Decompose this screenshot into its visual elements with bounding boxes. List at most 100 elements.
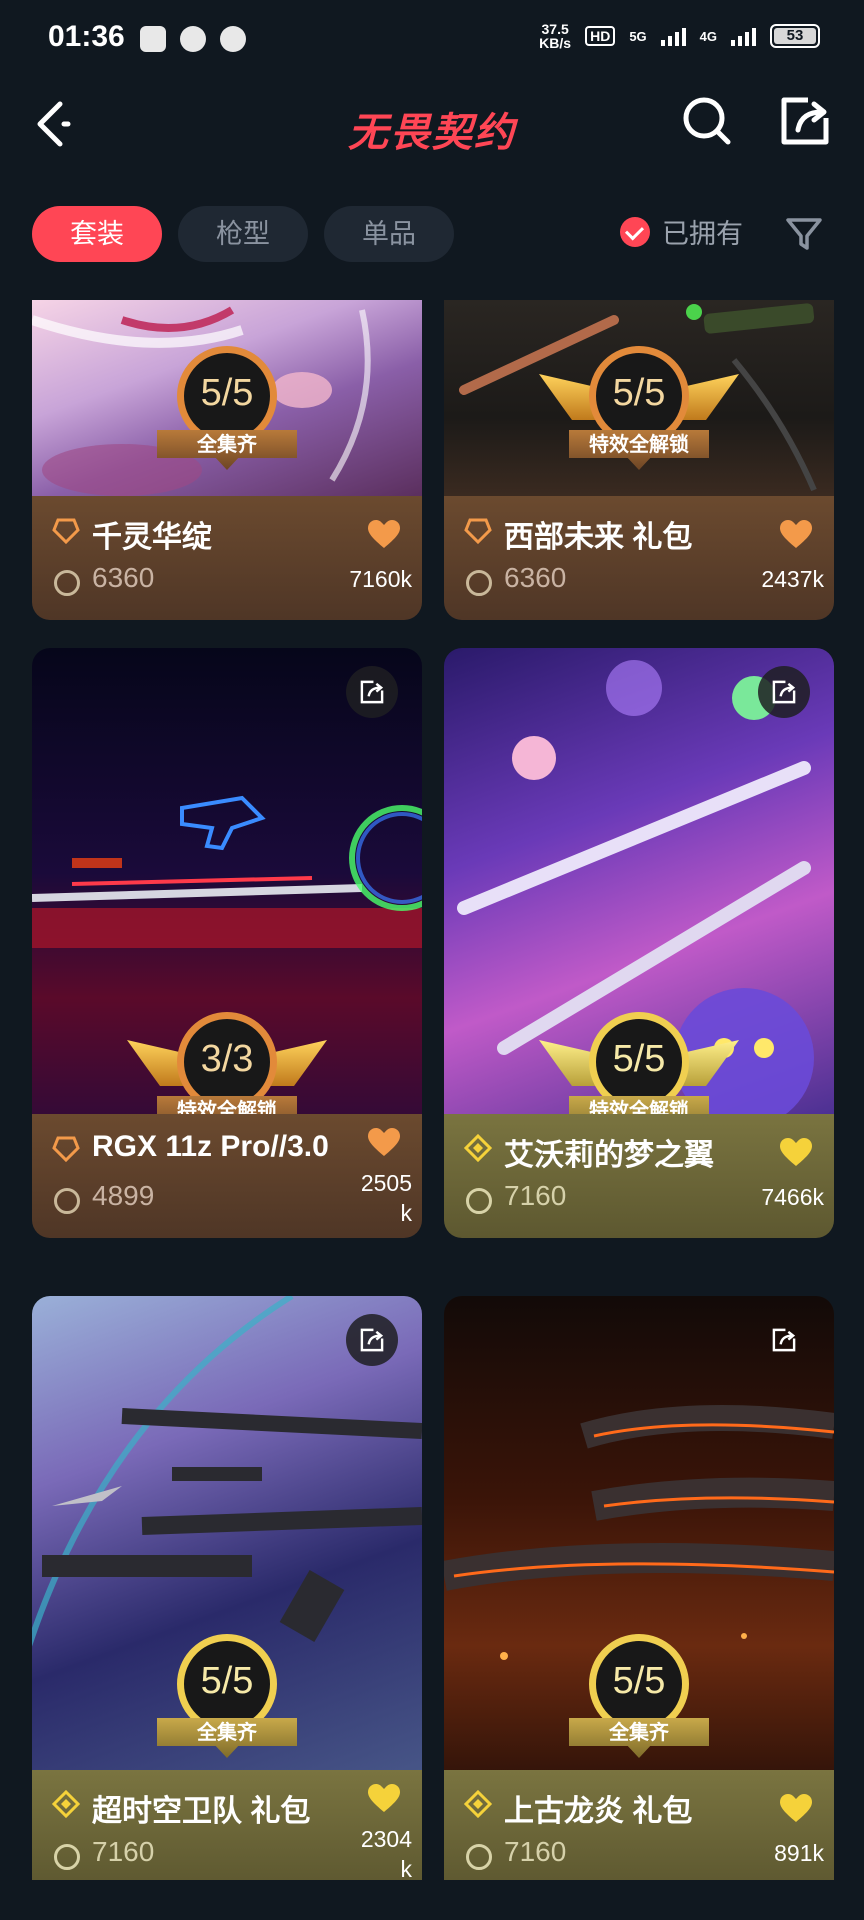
card-share-button[interactable] xyxy=(346,666,398,718)
share-icon xyxy=(772,1328,796,1352)
like-count: 2304k xyxy=(360,1826,412,1880)
bundle-card[interactable]: 5/5 特效全解锁 西部未来 礼包 6360 2437k xyxy=(444,300,834,620)
bundle-price: 4899 xyxy=(92,1180,155,1211)
app-logo: 无畏契约 xyxy=(348,111,516,155)
bundle-name: 西部未来 礼包 xyxy=(504,521,693,554)
bundle-card[interactable]: 3/3 特效全解锁 RGX 11z Pro//3.0 4899 2505k xyxy=(32,648,422,1238)
card-footer: 上古龙炎 礼包 7160 891k xyxy=(444,1770,834,1880)
badge-progress: 5/5 xyxy=(612,1038,666,1080)
bundle-name: 艾沃莉的梦之翼 xyxy=(504,1139,714,1172)
bundle-card[interactable]: 5/5 全集齐 上古龙炎 礼包 7160 891k xyxy=(444,1296,834,1880)
tier-deluxe-icon xyxy=(464,518,492,544)
tier-premium-icon xyxy=(52,1790,80,1818)
bundle-price: 6360 xyxy=(92,562,155,593)
message-bubble-icon xyxy=(180,26,206,52)
bundle-price: 7160 xyxy=(92,1836,155,1867)
like-count: 7466k xyxy=(761,1184,824,1210)
card-footer: 超时空卫队 礼包 7160 2304k xyxy=(32,1770,422,1880)
tab-weapon-type[interactable]: 枪型 xyxy=(178,206,308,262)
card-footer: 西部未来 礼包 6360 2437k xyxy=(444,496,834,620)
network-5g-label: 5G xyxy=(629,28,647,44)
owned-toggle[interactable]: 已拥有 xyxy=(620,212,743,251)
status-right: 37.5 KB/s HD 5G 4G 53 xyxy=(539,22,820,50)
search-button[interactable] xyxy=(680,94,734,148)
category-tabs: 套装 枪型 单品 xyxy=(32,206,454,262)
card-footer: RGX 11z Pro//3.0 4899 2505k xyxy=(32,1114,422,1238)
tier-premium-icon xyxy=(464,1790,492,1818)
card-footer: 千灵华绽 6360 7160k xyxy=(32,496,422,620)
vp-currency-icon xyxy=(54,1844,80,1870)
card-share-button[interactable] xyxy=(346,1314,398,1366)
badge-progress: 3/3 xyxy=(200,1038,254,1080)
vp-currency-icon xyxy=(466,1188,492,1214)
checkbox-checked-icon xyxy=(620,216,650,247)
status-bar: 01:36 37.5 KB/s HD 5G 4G 53 xyxy=(0,0,864,80)
heart-icon[interactable] xyxy=(368,1128,400,1158)
tier-deluxe-icon xyxy=(52,1136,80,1162)
collection-badge: 5/5 全集齐 xyxy=(127,346,327,506)
bundle-price: 7160 xyxy=(504,1180,567,1211)
badge-label: 全集齐 xyxy=(609,1722,669,1744)
share-icon xyxy=(772,680,796,704)
share-button[interactable] xyxy=(778,94,832,148)
bundle-name: 千灵华绽 xyxy=(92,521,212,554)
share-icon xyxy=(360,1328,384,1352)
card-share-button[interactable] xyxy=(758,1314,810,1366)
share-icon xyxy=(781,97,829,145)
card-share-button[interactable] xyxy=(758,666,810,718)
battery-level: 53 xyxy=(774,28,816,44)
badge-progress: 5/5 xyxy=(200,1660,254,1702)
tab-single-item[interactable]: 单品 xyxy=(324,206,454,262)
tier-premium-icon xyxy=(464,1134,492,1162)
search-icon xyxy=(683,97,731,145)
badge-progress: 5/5 xyxy=(612,1660,666,1702)
tier-deluxe-icon xyxy=(52,518,80,544)
bundle-card[interactable]: 5/5 全集齐 千灵华绽 6360 7160k xyxy=(32,300,422,620)
vp-currency-icon xyxy=(54,1188,80,1214)
network-speed-value: 37.5 xyxy=(541,21,569,37)
notification-app-icon xyxy=(140,26,166,52)
network-speed: 37.5 KB/s xyxy=(539,22,571,50)
bundle-card[interactable]: 5/5 特效全解锁 艾沃莉的梦之翼 7160 7466k xyxy=(444,648,834,1238)
badge-progress: 5/5 xyxy=(612,372,666,414)
bundle-name: RGX 11z Pro//3.0 xyxy=(92,1130,329,1163)
signal-bars-icon xyxy=(731,26,756,46)
network-speed-unit: KB/s xyxy=(539,35,572,51)
status-time: 01:36 xyxy=(48,20,125,53)
notification-icons xyxy=(140,26,246,52)
bundle-name: 超时空卫队 礼包 xyxy=(92,1795,311,1828)
owned-label: 已拥有 xyxy=(662,219,743,249)
filter-icon xyxy=(786,218,822,250)
like-count: 2437k xyxy=(761,566,824,592)
vp-currency-icon xyxy=(466,1844,492,1870)
heart-icon[interactable] xyxy=(780,1794,812,1824)
battery-icon: 53 xyxy=(770,24,820,48)
badge-progress: 5/5 xyxy=(200,372,254,414)
vp-currency-icon xyxy=(466,570,492,596)
bundle-price: 6360 xyxy=(504,562,567,593)
filter-button[interactable] xyxy=(784,214,824,254)
tab-bundles[interactable]: 套装 xyxy=(32,206,162,262)
like-count: 891k xyxy=(774,1840,824,1866)
bundle-card[interactable]: 5/5 全集齐 超时空卫队 礼包 7160 2304k xyxy=(32,1296,422,1880)
share-icon xyxy=(360,680,384,704)
card-footer: 艾沃莉的梦之翼 7160 7466k xyxy=(444,1114,834,1238)
badge-label: 全集齐 xyxy=(197,434,257,456)
heart-icon[interactable] xyxy=(368,520,400,550)
signal-bars-icon xyxy=(660,26,686,46)
heart-icon[interactable] xyxy=(368,1784,400,1814)
bundle-name: 上古龙炎 礼包 xyxy=(504,1795,693,1828)
settings-dot-icon xyxy=(220,26,246,52)
collection-badge: 5/5 特效全解锁 xyxy=(539,346,739,506)
like-count: 7160k xyxy=(349,566,412,592)
network-4g-label: 4G xyxy=(699,28,717,44)
badge-label: 特效全解锁 xyxy=(589,434,689,456)
hd-voice-icon: HD xyxy=(585,26,616,46)
like-count: 2505k xyxy=(360,1170,412,1226)
heart-icon[interactable] xyxy=(780,520,812,550)
heart-icon[interactable] xyxy=(780,1138,812,1168)
bundle-grid: 5/5 全集齐 千灵华绽 6360 7160k 5/5 特效全解锁 西部未来 礼… xyxy=(0,300,864,1880)
badge-label: 全集齐 xyxy=(197,1722,257,1744)
bundle-price: 7160 xyxy=(504,1836,567,1867)
vp-currency-icon xyxy=(54,570,80,596)
